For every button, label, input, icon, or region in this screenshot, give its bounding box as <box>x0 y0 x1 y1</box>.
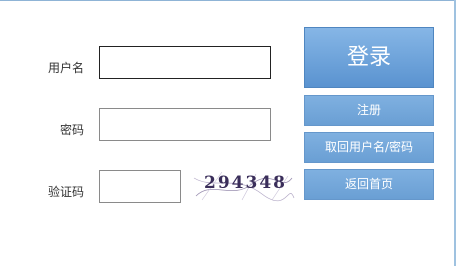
username-label: 用户名 <box>47 61 84 75</box>
register-button[interactable]: 注册 <box>304 95 434 126</box>
captcha-label: 验证码 <box>47 185 84 199</box>
captcha-code: 294348 <box>204 173 287 193</box>
captcha-image[interactable]: 294348 <box>192 170 296 202</box>
recover-account-button[interactable]: 取回用户名/密码 <box>304 132 434 163</box>
back-home-button[interactable]: 返回首页 <box>304 169 434 200</box>
frame-top-border <box>0 0 456 1</box>
password-input[interactable] <box>99 108 271 141</box>
login-button[interactable]: 登录 <box>304 27 434 88</box>
username-input[interactable] <box>99 46 271 79</box>
captcha-input[interactable] <box>99 170 181 203</box>
password-label: 密码 <box>59 123 84 137</box>
